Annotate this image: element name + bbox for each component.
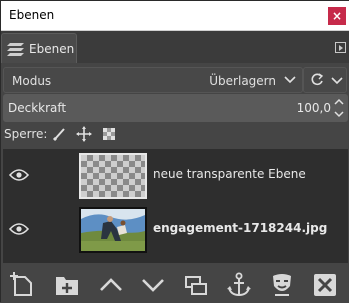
opacity-label: Deckkraft: [8, 101, 67, 115]
new-layer-icon[interactable]: [9, 271, 37, 299]
eye-icon[interactable]: [9, 222, 29, 236]
opacity-spinscale[interactable]: Deckkraft 100,0: [3, 94, 348, 122]
composite-mode-button[interactable]: [303, 67, 347, 93]
close-button[interactable]: ×: [328, 7, 346, 25]
dock-tab-bar: Ebenen: [1, 31, 349, 63]
alpha-lock-icon[interactable]: [100, 125, 118, 143]
lock-label: Sperre:: [4, 127, 48, 141]
title-bar[interactable]: Ebenen ×: [1, 1, 349, 31]
layer-name[interactable]: neue transparente Ebene: [153, 167, 306, 181]
paint-lock-icon[interactable]: [51, 125, 69, 143]
decrement-icon[interactable]: [333, 108, 345, 120]
tab-label: Ebenen: [29, 42, 75, 56]
window-title: Ebenen: [9, 8, 55, 22]
chevron-down-icon: [331, 73, 343, 87]
layer-mask-icon[interactable]: [268, 271, 296, 299]
layer-row[interactable]: engagement-1718244.jpg: [3, 205, 348, 257]
new-layer-group-icon[interactable]: [53, 271, 81, 299]
mode-value: Überlagern: [209, 74, 276, 88]
increment-icon[interactable]: [333, 96, 345, 108]
layers-dialog: Ebenen × Ebenen Modus Überlagern Deckkra…: [0, 0, 349, 303]
eye-icon[interactable]: [9, 168, 29, 182]
lock-row: Sperre:: [1, 123, 349, 147]
layers-panel: Modus Überlagern Deckkraft 100,0 Sperre:…: [1, 63, 349, 303]
delete-layer-icon[interactable]: [311, 271, 339, 299]
anchor-layer-icon[interactable]: [225, 271, 253, 299]
mode-row: Modus Überlagern: [1, 67, 349, 93]
tab-menu-icon[interactable]: [335, 42, 346, 53]
layer-row[interactable]: neue transparente Ebene: [3, 151, 348, 203]
layers-icon: [6, 40, 28, 58]
layer-thumbnail: [79, 207, 147, 253]
duplicate-layer-icon[interactable]: [182, 271, 210, 299]
mode-label: Modus: [12, 74, 52, 88]
position-lock-icon[interactable]: [75, 125, 93, 143]
opacity-value[interactable]: 100,0: [297, 101, 331, 115]
layer-name[interactable]: engagement-1718244.jpg: [153, 221, 327, 235]
layer-list: neue transparente Ebene engagement-17182…: [3, 149, 348, 263]
chevron-down-icon: [284, 72, 296, 86]
lower-layer-icon[interactable]: [139, 271, 167, 299]
tab-layers[interactable]: Ebenen: [1, 33, 77, 63]
mode-select[interactable]: Modus Überlagern: [3, 67, 303, 93]
raise-layer-icon[interactable]: [97, 271, 125, 299]
cycle-icon: [309, 72, 325, 88]
layer-thumbnail: [79, 153, 147, 199]
layer-toolbar: [1, 267, 349, 303]
